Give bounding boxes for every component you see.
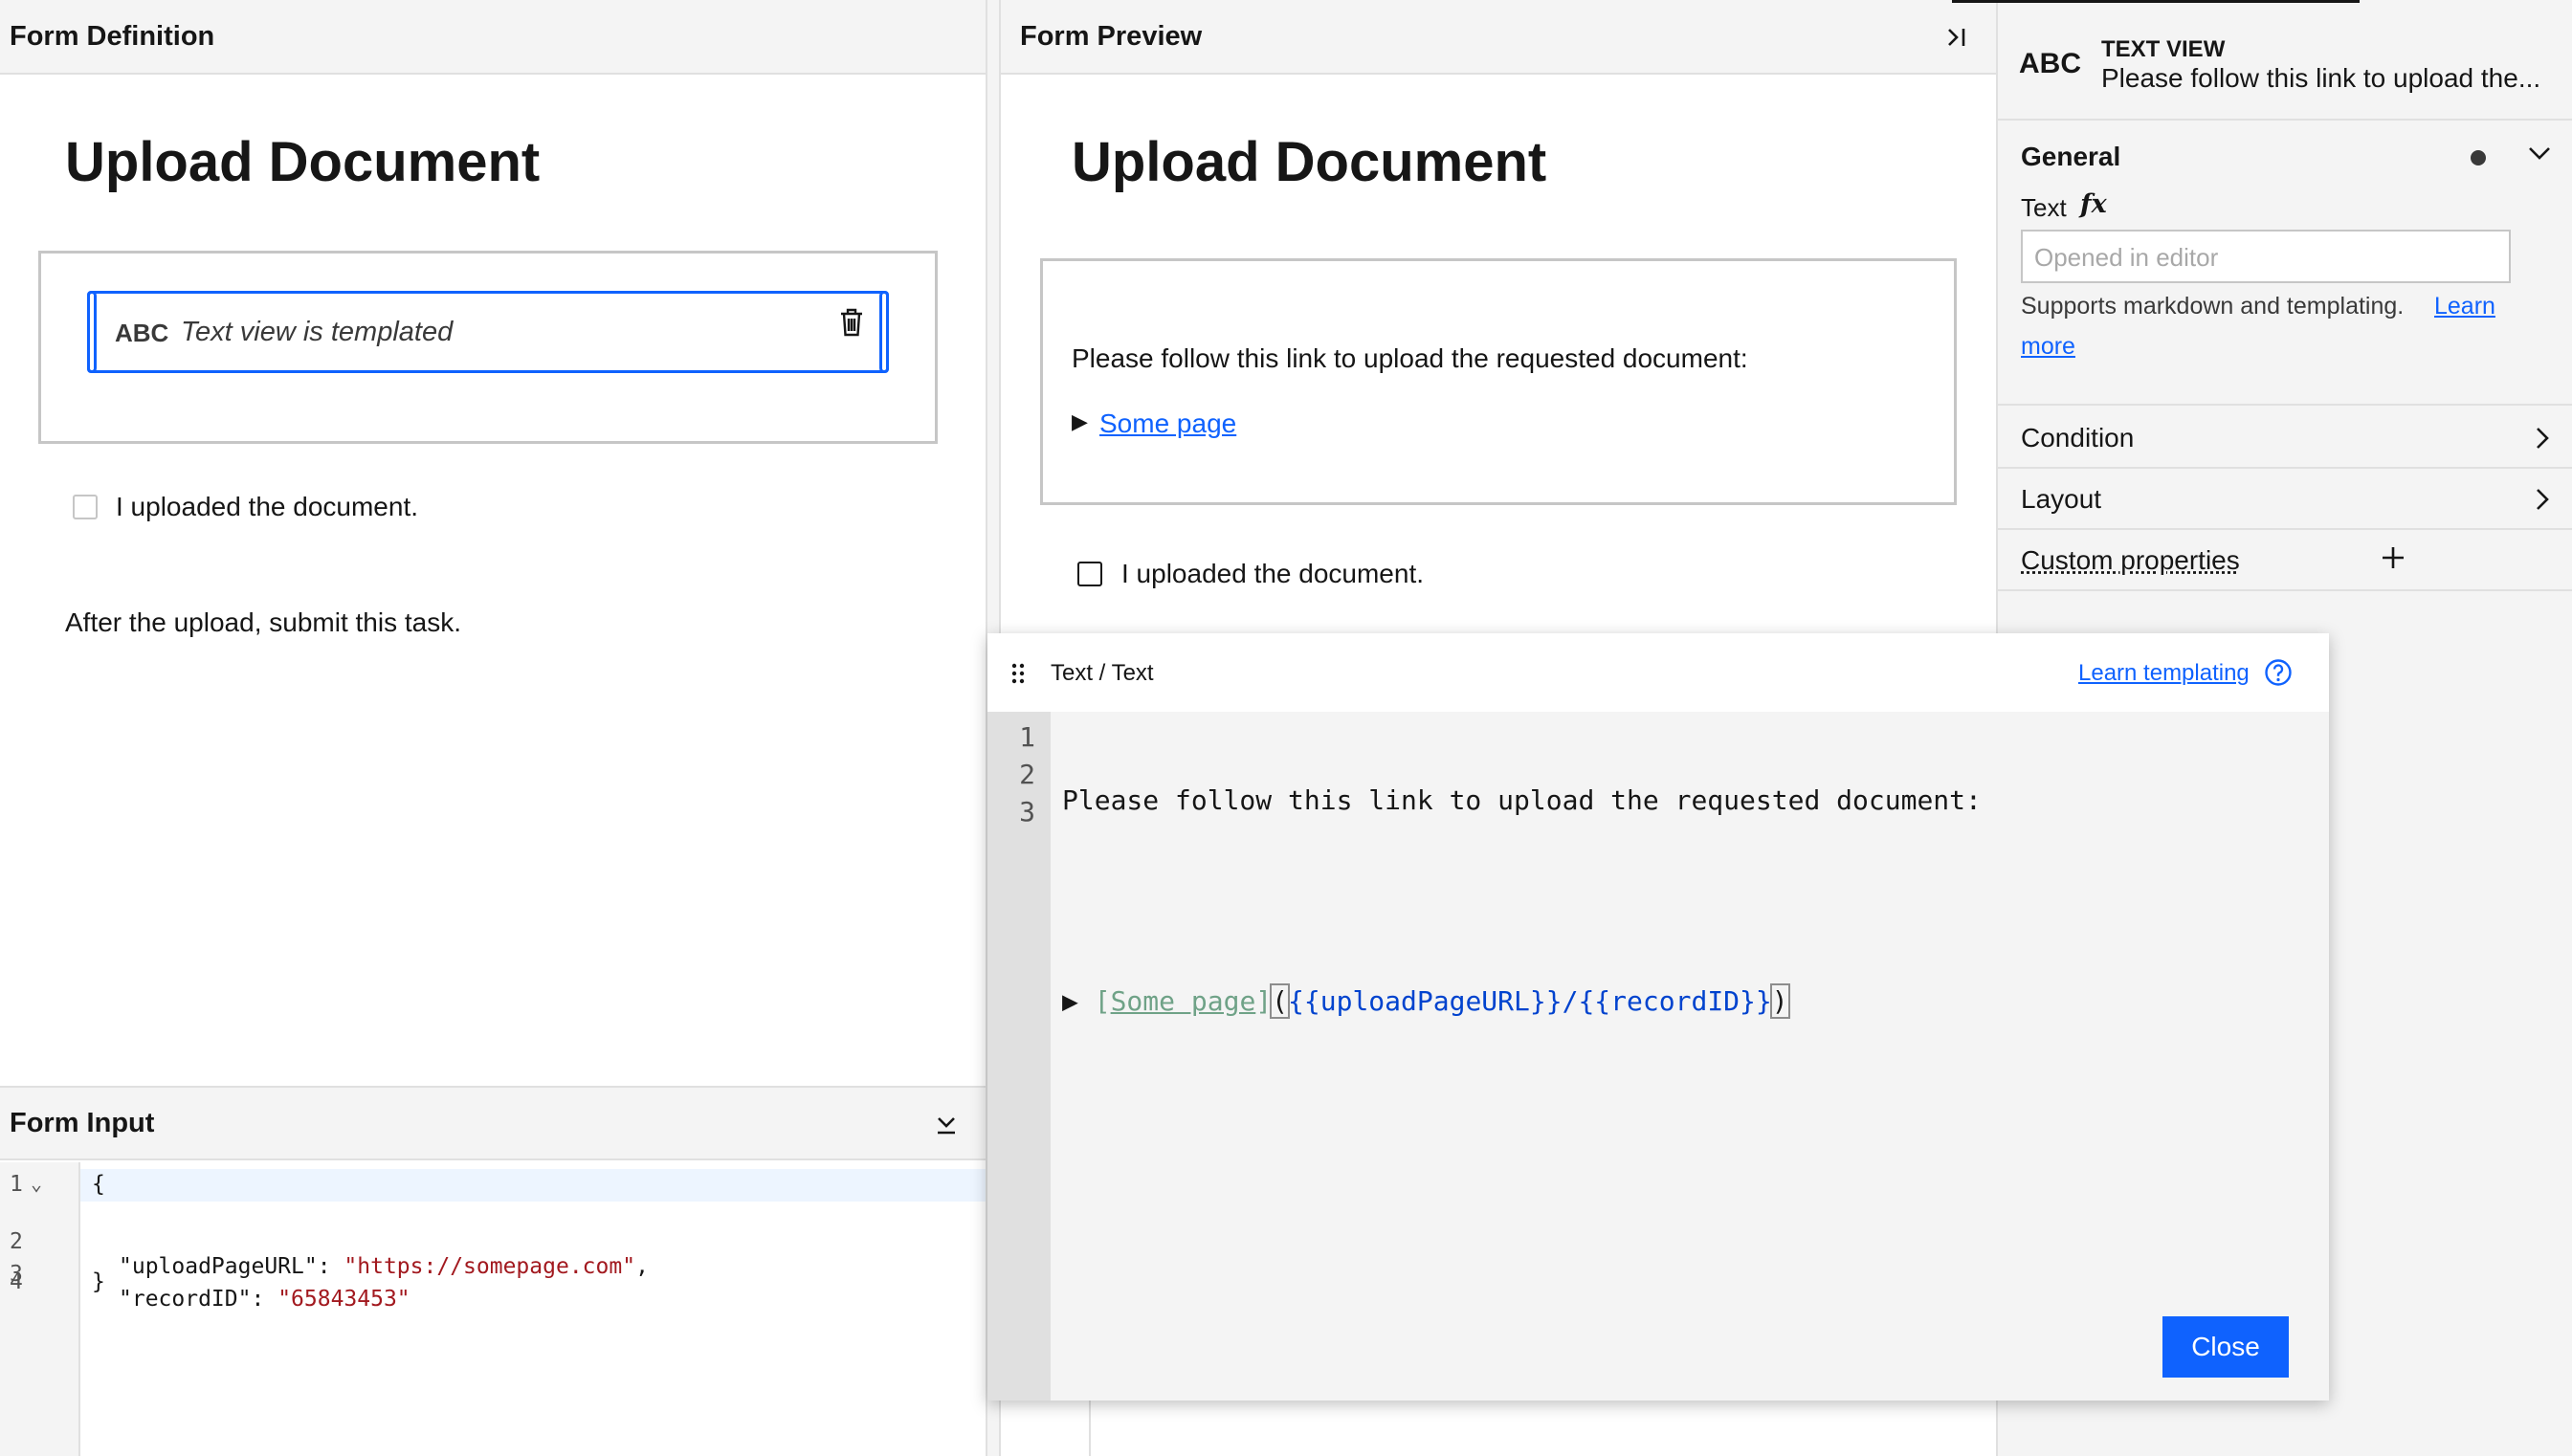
form-preview-header: Form Preview [1001, 0, 1996, 75]
code-line-1: Please follow this link to upload the re… [1062, 784, 1982, 816]
text-view-label: Text view is templated [181, 317, 454, 347]
text-editor-modal: Text / Text Learn templating 1 2 3 Pleas… [987, 633, 2329, 1401]
trash-icon[interactable] [838, 307, 865, 338]
helper-text: Supports markdown and templating. [2021, 293, 2405, 320]
code-bracket-close: ] [1255, 985, 1273, 1017]
json-key: "uploadPageURL" [119, 1254, 318, 1279]
json-sep: : [317, 1254, 344, 1279]
properties-summary-header: ABC TEXT VIEW Please follow this link to… [1998, 0, 2572, 121]
preview-page-title: Upload Document [1072, 131, 1547, 193]
json-code: } [92, 1269, 105, 1294]
form-input-title: Form Input [10, 1107, 155, 1138]
code-paren-close: ) [1769, 983, 1790, 1019]
form-preview-title: Form Preview [1020, 20, 1203, 52]
code-link-text: Some page [1110, 985, 1256, 1017]
code-id-variable: {{recordID}} [1578, 985, 1772, 1017]
preview-lower-line [1089, 1401, 1091, 1456]
help-icon[interactable] [2264, 658, 2293, 687]
layout-section[interactable]: Layout [1998, 469, 2572, 530]
json-line-number: 4 [10, 1269, 23, 1294]
json-value: "65843453" [277, 1287, 410, 1312]
resize-handle-left[interactable] [87, 291, 97, 373]
preview-checkbox-label: I uploaded the document. [1121, 559, 1425, 588]
code-line-3: ▶ [Some page]({{uploadPageURL}}/{{record… [1062, 983, 2316, 1023]
condition-section[interactable]: Condition [1998, 406, 2572, 469]
properties-badge: ABC [2019, 48, 2081, 79]
json-editor[interactable]: 1 ⌄ { 2 "uploadPageURL": "https://somepa… [0, 1162, 986, 1456]
definition-checkbox[interactable] [73, 495, 98, 519]
general-section-title[interactable]: General [2021, 142, 2120, 172]
learn-more-link-1[interactable]: Learn [2434, 293, 2495, 320]
close-button-label: Close [2191, 1332, 2260, 1361]
code-line-number: 2 [1019, 759, 1035, 790]
chevron-right-icon [2536, 427, 2549, 450]
modal-breadcrumb: Text / Text [1051, 660, 1154, 686]
fx-icon[interactable]: fx [2080, 189, 2107, 219]
learn-templating-link[interactable]: Learn templating [2078, 660, 2250, 687]
code-paren-open: ( [1270, 983, 1290, 1019]
code-editor-text[interactable]: Please follow this link to upload the re… [1062, 721, 2316, 1086]
preview-bullet-icon: ▶ [1072, 409, 1088, 433]
preview-checkbox[interactable] [1077, 562, 1102, 586]
chevron-right-icon [2536, 488, 2549, 511]
properties-type-label: TEXT VIEW [2101, 36, 2226, 62]
code-slash: / [1562, 985, 1579, 1017]
modified-dot-icon [2471, 150, 2486, 165]
text-property-label: Text [2021, 193, 2067, 222]
collapse-panel-icon[interactable] [1946, 27, 1967, 48]
definition-footer-text: After the upload, submit this task. [65, 607, 461, 637]
form-input-header: Form Input [0, 1086, 986, 1160]
close-button[interactable]: Close [2162, 1316, 2289, 1378]
resize-handle-right[interactable] [879, 291, 889, 373]
json-trail: , [635, 1254, 649, 1279]
general-section: General Text fx Opened in editor Support… [1998, 121, 2572, 406]
code-url-variable: {{uploadPageURL}} [1288, 985, 1563, 1017]
code-bracket-open: [ [1094, 985, 1111, 1017]
json-code: { [92, 1172, 105, 1197]
text-view-badge: ABC [115, 319, 169, 347]
json-line-number: 1 [10, 1172, 23, 1197]
code-line-number: 1 [1019, 721, 1035, 753]
custom-properties-label: Custom properties [2021, 545, 2240, 575]
json-active-line [80, 1169, 986, 1202]
preview-some-page-link[interactable]: Some page [1099, 408, 1236, 439]
preview-group-container [1040, 258, 1957, 505]
form-definition-header: Form Definition [0, 0, 986, 75]
add-icon[interactable] [2381, 545, 2406, 570]
code-bullet: ▶ [1062, 985, 1095, 1017]
chevron-up-icon[interactable] [2528, 145, 2551, 161]
text-view-element[interactable]: ABC Text view is templated [87, 291, 889, 373]
layout-label: Layout [2021, 484, 2102, 514]
text-property-placeholder: Opened in editor [2034, 243, 2219, 272]
definition-checkbox-label: I uploaded the document. [116, 492, 419, 521]
drag-handle-icon[interactable] [1010, 662, 1026, 685]
properties-summary-text: Please follow this link to upload the... [2101, 63, 2541, 93]
code-line-numbers: 1 2 3 [987, 721, 1035, 833]
json-line-3: 3 "recordID": "65843453" [0, 1237, 410, 1336]
fold-chevron-icon[interactable]: ⌄ [31, 1172, 42, 1195]
json-value: "https://somepage.com" [344, 1254, 636, 1279]
definition-page-title: Upload Document [65, 131, 541, 193]
form-definition-title: Form Definition [10, 20, 215, 52]
learn-more-link-2[interactable]: more [2021, 333, 2075, 361]
preview-instruction-text: Please follow this link to upload the re… [1072, 343, 1748, 373]
code-line-number: 3 [1019, 796, 1035, 827]
json-key: "recordID" [119, 1287, 252, 1312]
text-property-input[interactable]: Opened in editor [2021, 230, 2511, 283]
modal-header: Text / Text Learn templating [987, 633, 2329, 712]
custom-properties-section[interactable]: Custom properties [1998, 530, 2572, 591]
json-sep: : [251, 1287, 278, 1312]
collapse-down-icon[interactable] [936, 1114, 957, 1136]
condition-label: Condition [2021, 423, 2135, 452]
